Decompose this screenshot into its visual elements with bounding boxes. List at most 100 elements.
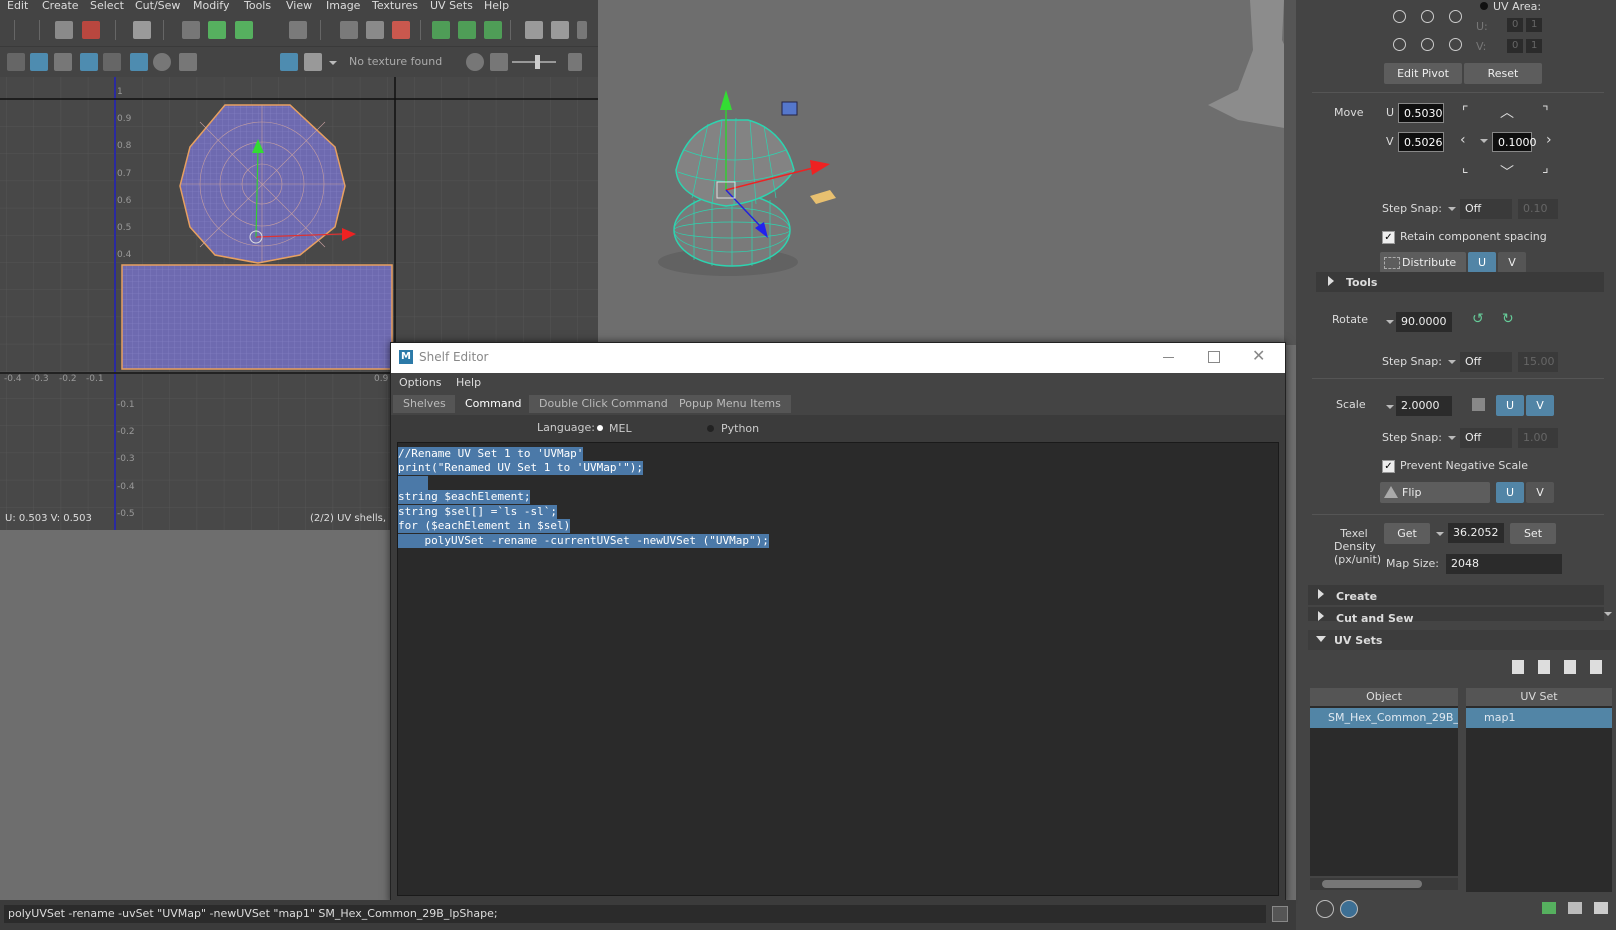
reset-pivot-button[interactable]: Reset [1464,63,1542,84]
move-step-field[interactable]: 0.1000 [1492,132,1537,152]
checker-icon[interactable] [130,53,148,71]
exposure-slider-handle[interactable] [535,55,540,69]
move-v-field[interactable]: 0.5026 [1398,132,1444,152]
move-up-left-icon[interactable]: ⌜ [1462,104,1469,120]
scale-field[interactable]: 2.0000 [1396,396,1452,416]
tab-double-click-command[interactable]: Double Click Command [529,395,678,413]
menu-options[interactable]: Options [399,376,441,389]
orient-icon[interactable] [458,21,476,39]
command-code-editor[interactable]: //Rename UV Set 1 to 'UVMap' print("Rena… [397,442,1279,896]
dim-image-icon[interactable] [304,53,322,71]
uv-sets-uvset-list[interactable] [1466,706,1612,892]
move-down-right-icon[interactable]: ⌟ [1542,160,1549,176]
texel-set-button[interactable]: Set [1510,523,1556,544]
scene-canvas[interactable] [598,0,1296,345]
stack-icon[interactable] [484,21,502,39]
scale-v-button[interactable]: V [1526,395,1554,416]
lang-python-radio[interactable] [707,425,714,432]
display-image-icon[interactable] [280,53,298,71]
create-expand-icon[interactable] [1318,589,1324,599]
uv-area-radio[interactable] [1480,2,1488,10]
show-grid-icon[interactable] [80,53,98,71]
uv-area-u-max[interactable]: 1 [1526,18,1542,32]
maximize-icon[interactable] [1208,351,1220,363]
layout-icon[interactable] [432,21,450,39]
transform-tool-icon[interactable] [82,21,100,39]
code-line[interactable]: polyUVSet -rename -currentUVSet -newUVSe… [398,534,769,548]
object-list-scroll-thumb[interactable] [1322,880,1422,888]
rotate-ccw-icon[interactable]: ↺ [1472,311,1484,327]
layout-uv-icon[interactable] [1542,902,1556,914]
perspective-viewport[interactable] [598,0,1296,345]
distribute-u-button[interactable]: U [1468,252,1496,273]
menu-select[interactable]: Select [90,0,124,12]
texel-dropdown-icon[interactable] [1436,532,1444,536]
rotate-dropdown-icon[interactable] [1386,320,1394,324]
menu-image[interactable]: Image [326,0,360,12]
close-icon[interactable]: ✕ [1252,346,1265,365]
rotate-step-snap-value[interactable]: Off [1460,352,1512,372]
snapshot-uv-icon[interactable] [1594,902,1608,914]
rotate-field[interactable]: 90.0000 [1396,312,1452,332]
rotate-cw-icon[interactable]: ↻ [1502,311,1514,327]
pivot-radio-bottom-right[interactable] [1449,38,1462,51]
move-down-icon[interactable]: ﹀ [1500,162,1514,182]
uv-sets-uvset-header[interactable]: UV Set [1466,688,1612,706]
flip-uv-icon[interactable] [55,21,73,39]
distribute-v-button[interactable]: V [1498,252,1526,273]
scale-step-snap-value[interactable]: Off [1460,428,1512,448]
toolbar-scroll-icon[interactable] [577,21,587,39]
menu-uv-sets[interactable]: UV Sets [430,0,473,12]
planar-map-icon[interactable] [208,21,226,39]
texel-density-field[interactable]: 36.2052 [1448,523,1504,543]
uv-area-v-min[interactable]: 0 [1507,39,1523,53]
move-down-left-icon[interactable]: ⌞ [1462,160,1469,176]
unfold-icon[interactable] [366,21,384,39]
cut-sew-expand-icon[interactable] [1318,611,1324,621]
menu-modify[interactable]: Modify [193,0,229,12]
move-u-field[interactable]: 0.5030 [1398,103,1444,123]
menu-textures[interactable]: Textures [372,0,418,12]
edit-pivot-button[interactable]: Edit Pivot [1384,63,1462,84]
tab-command[interactable]: Command [455,395,532,413]
move-up-right-icon[interactable]: ⌝ [1542,104,1549,120]
scale-u-button[interactable]: U [1496,395,1524,416]
map-size-field[interactable]: 2048 [1446,554,1562,574]
uv-set-editor-icon[interactable] [1340,900,1358,918]
flip-u-button[interactable]: U [1496,482,1524,503]
scale-step-snap-amount[interactable]: 1.00 [1518,428,1558,448]
code-line[interactable]: print("Renamed UV Set 1 to 'UVMap'"); [398,461,644,475]
shell-border-icon[interactable] [153,53,171,71]
command-line-output[interactable]: polyUVSet -rename -uvSet "UVMap" -newUVS… [4,905,1266,923]
pivot-radio-bottom-left[interactable] [1393,38,1406,51]
menu-tools[interactable]: Tools [244,0,271,12]
tab-shelves[interactable]: Shelves [393,395,456,413]
menu-edit[interactable]: Edit [7,0,28,12]
move-step-snap-dropdown-icon[interactable] [1448,207,1456,211]
script-editor-icon[interactable] [1272,906,1288,922]
pivot-radio-top-left[interactable] [1393,10,1406,23]
pixel-snap-icon[interactable] [103,53,121,71]
move-step-dropdown-icon[interactable] [1480,139,1488,143]
scale-step-snap-dropdown-icon[interactable] [1448,436,1456,440]
menu-cut-sew[interactable]: Cut/Sew [135,0,180,12]
exposure-icon[interactable] [466,53,484,71]
code-line[interactable]: for ($eachElement in $sel) [398,519,571,533]
isolate-icon[interactable] [7,53,25,71]
panel-scroll-down-icon[interactable] [1604,612,1612,616]
menu-view[interactable]: View [286,0,312,12]
image-dropdown-icon[interactable] [329,61,337,65]
move-up-icon[interactable]: ︿ [1500,102,1514,122]
code-line[interactable]: string $eachElement; [398,490,531,504]
uv-toolkit-icon[interactable] [133,21,151,39]
snapshot-icon[interactable] [179,53,197,71]
copy-uv-set-icon[interactable] [1538,660,1550,674]
image-uv-icon[interactable] [1568,902,1582,914]
mud-tool-icon[interactable] [392,21,410,39]
shelf-editor-titlebar[interactable]: M Shelf Editor ✕ [391,343,1285,373]
scale-uniform-icon[interactable] [1472,398,1485,411]
scale-dropdown-icon[interactable] [1386,405,1394,409]
retain-spacing-checkbox[interactable]: ✓ [1382,231,1395,244]
menu-help[interactable]: Help [484,0,509,12]
align-right-icon[interactable] [551,21,569,39]
